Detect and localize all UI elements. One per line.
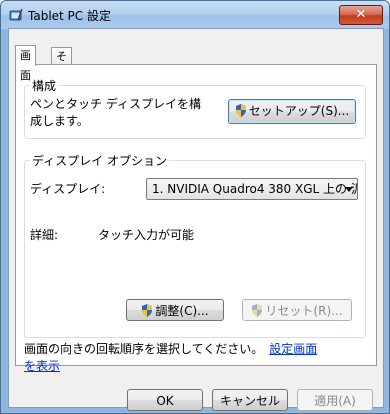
uac-shield-icon xyxy=(235,104,246,117)
orientation-text: 画面の向きの回転順序を選択してください。 設定画面 xyxy=(24,341,369,358)
display-options-group-label: ディスプレイ オプション xyxy=(30,152,169,169)
calibrate-button[interactable]: 調整(C)... xyxy=(126,299,224,321)
orientation-settings-link-text[interactable]: を表示 xyxy=(24,359,60,373)
window-title: Tablet PC 設定 xyxy=(28,9,111,23)
configure-group-label: 構成 xyxy=(30,77,59,94)
close-icon: ✕ xyxy=(355,7,367,22)
ok-button[interactable]: OK xyxy=(127,389,203,411)
details-label: 詳細: xyxy=(30,228,59,242)
orientation-settings-link-part2[interactable]: を表示 xyxy=(24,358,60,375)
configure-description-line1: ペンとタッチ ディスプレイを構 xyxy=(30,97,201,111)
display-select[interactable]: 1. NVIDIA Quadro4 380 XGL 上の 汎 xyxy=(146,178,358,200)
setup-button[interactable]: セットアップ(S)... xyxy=(228,99,356,124)
calibrate-button-label: 調整(C)... xyxy=(155,304,209,318)
reset-button-label: リセット(R)... xyxy=(265,304,343,318)
dialog-client-area: 画面 その他 構成 ペンとタッチ ディスプレイを構 成します。 セットアップ(S… xyxy=(8,28,384,411)
display-select-value: 1. NVIDIA Quadro4 380 XGL 上の 汎 xyxy=(152,182,358,196)
tab-other[interactable]: その他 xyxy=(51,47,72,97)
setup-button-label: セットアップ(S)... xyxy=(248,104,350,118)
reset-button[interactable]: リセット(R)... xyxy=(242,299,352,321)
configure-description-line2: 成します。 xyxy=(30,114,89,128)
title-bar[interactable]: Tablet PC 設定 ✕ xyxy=(1,1,389,29)
orientation-settings-link-part1[interactable]: 設定画面 xyxy=(269,342,317,356)
details-value: タッチ入力が可能 xyxy=(98,228,195,242)
cancel-button[interactable]: キャンセル xyxy=(212,389,288,411)
tab-display[interactable]: 画面 xyxy=(15,45,36,82)
apply-button[interactable]: 適用(A) xyxy=(297,389,373,411)
tab-panel-display: 構成 ペンとタッチ ディスプレイを構 成します。 セットアップ(S)... ディ… xyxy=(15,64,377,373)
orientation-text-line1: 画面の向きの回転順序を選択してください。 xyxy=(24,342,264,356)
uac-shield-icon xyxy=(252,304,263,317)
dialog-window: Tablet PC 設定 ✕ 画面 その他 構成 ペンとタッチ ディスプレイを構… xyxy=(0,0,390,414)
close-button[interactable]: ✕ xyxy=(339,5,383,25)
display-label: ディスプレイ: xyxy=(30,182,106,196)
tablet-pc-icon xyxy=(9,8,23,21)
chevron-down-icon xyxy=(345,187,353,192)
uac-shield-icon xyxy=(142,304,153,317)
